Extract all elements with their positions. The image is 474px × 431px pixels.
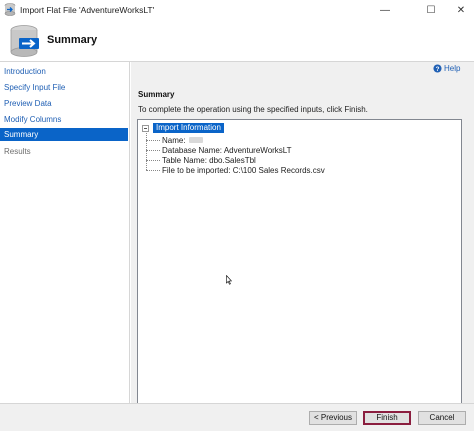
- tree-item-file-to-import[interactable]: File to be imported: C:\100 Sales Record…: [146, 165, 325, 175]
- wizard-sidebar: Introduction Specify Input File Preview …: [0, 62, 130, 403]
- minimize-icon: —: [380, 4, 390, 16]
- page-title: Summary: [47, 34, 98, 46]
- maximize-button[interactable]: ☐: [414, 0, 448, 20]
- database-import-icon: [10, 25, 39, 57]
- collapse-icon[interactable]: [142, 124, 149, 132]
- sidebar-item-specify-input-file[interactable]: Specify Input File: [0, 81, 128, 94]
- tree-item-database-name[interactable]: Database Name: AdventureWorksLT: [146, 145, 292, 155]
- tree-item-label: File to be imported: C:\100 Sales Record…: [162, 165, 325, 175]
- close-button[interactable]: ✕: [444, 0, 474, 20]
- instructions-text: To complete the operation using the spec…: [138, 105, 368, 114]
- title-bar: Import Flat File 'AdventureWorksLT' — ☐ …: [0, 0, 474, 20]
- tree-root[interactable]: Import Information: [142, 123, 224, 133]
- previous-button[interactable]: < Previous: [309, 411, 357, 425]
- maximize-icon: ☐: [426, 4, 436, 16]
- cancel-button[interactable]: Cancel: [418, 411, 466, 425]
- sidebar-item-summary[interactable]: Summary: [0, 128, 128, 141]
- tree-item-label: Database Name: AdventureWorksLT: [162, 145, 292, 155]
- tree-item-table-name[interactable]: Table Name: dbo.SalesTbl: [146, 155, 256, 165]
- wizard-footer: < Previous Finish Cancel: [0, 403, 474, 431]
- window-title: Import Flat File 'AdventureWorksLT': [20, 5, 155, 15]
- finish-button[interactable]: Finish: [363, 411, 411, 425]
- tree-item-name[interactable]: Name:: [146, 135, 203, 145]
- help-label: Help: [444, 64, 461, 73]
- app-icon: [4, 3, 16, 16]
- section-title: Summary: [138, 90, 175, 99]
- wizard-header: Summary: [0, 20, 474, 62]
- redacted-value: [188, 137, 203, 143]
- mouse-cursor-icon: [226, 275, 232, 285]
- sidebar-item-modify-columns[interactable]: Modify Columns: [0, 113, 128, 126]
- sidebar-item-preview-data[interactable]: Preview Data: [0, 97, 128, 110]
- sidebar-item-introduction[interactable]: Introduction: [0, 65, 128, 78]
- tree-item-label: Table Name: dbo.SalesTbl: [162, 155, 256, 165]
- summary-tree[interactable]: Import Information Name: Database Name: …: [137, 119, 462, 431]
- tree-root-label[interactable]: Import Information: [153, 123, 224, 133]
- help-link[interactable]: ? Help: [433, 64, 460, 73]
- svg-text:?: ?: [436, 66, 440, 73]
- sidebar-item-results: Results: [4, 147, 31, 156]
- content-panel: ? Help Summary To complete the operation…: [131, 62, 474, 431]
- tree-item-label: Name:: [162, 135, 186, 145]
- close-icon: ✕: [456, 4, 466, 16]
- minimize-button[interactable]: —: [368, 0, 402, 20]
- help-icon: ?: [433, 64, 442, 73]
